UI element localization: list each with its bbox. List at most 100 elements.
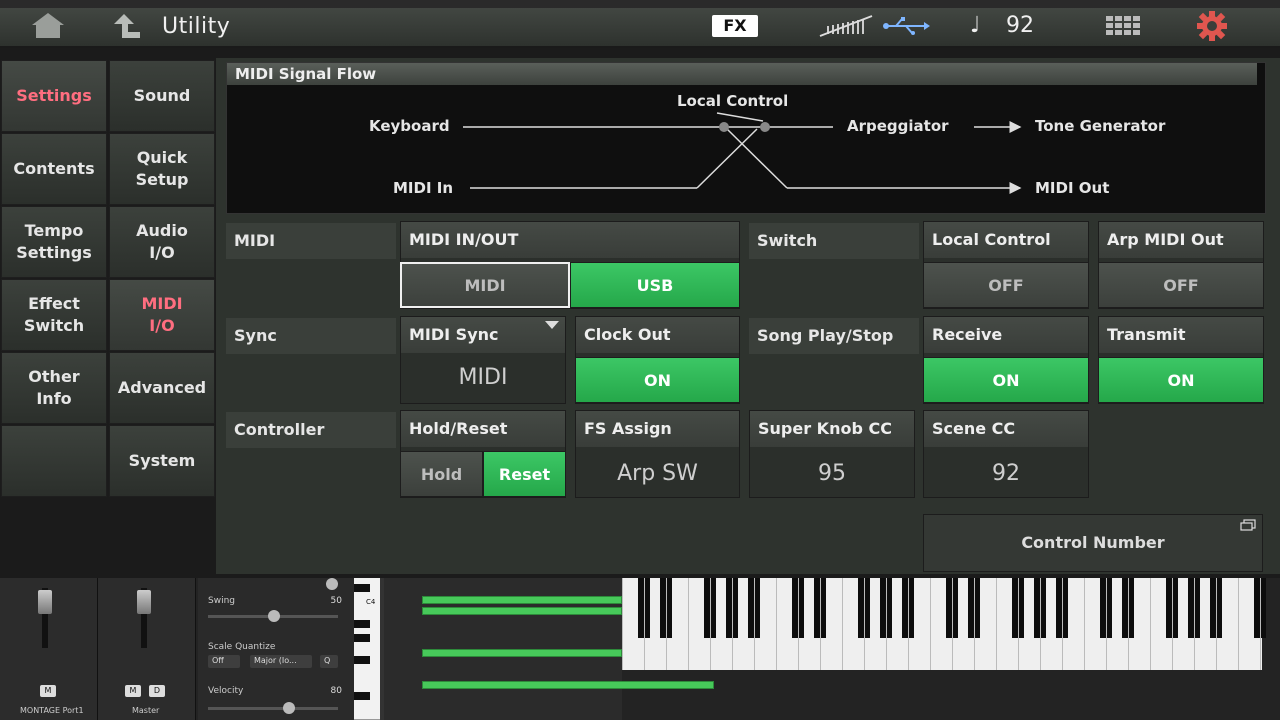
fs-assign-cell[interactable]: FS Assign Arp SW [575,410,740,498]
nav-midi-io[interactable]: MIDI I/O [109,279,215,351]
scale-quantize-off-select[interactable]: Off [208,655,240,668]
nav-advanced[interactable]: Advanced [109,352,215,424]
tempo-value[interactable]: 92 [1006,13,1034,38]
white-key-edge [1128,578,1129,670]
control-number-label: Control Number [1021,533,1165,552]
nav-sound[interactable]: Sound [109,60,215,132]
white-key-edge [1194,578,1195,670]
dim-button-master[interactable]: D [149,685,165,697]
fader-master[interactable] [137,590,151,614]
fx-badge[interactable]: FX [712,15,758,37]
white-key-edge [952,578,953,670]
white-key-edge [974,578,975,670]
slash-meter-icon [818,14,874,38]
flow-local-control-label: Local Control [677,92,789,110]
white-key-edge [1150,578,1151,670]
white-key-edge [688,578,689,670]
midi-inout-label: MIDI IN/OUT [401,222,739,258]
nav-tempo-settings[interactable]: Tempo Settings [1,206,107,278]
local-control-label: Local Control [924,222,1088,258]
super-knob-cc-value: 95 [818,461,846,486]
scene-cc-label: Scene CC [924,411,1088,447]
nav-system[interactable]: System [109,425,215,497]
signal-flow-title-bar: MIDI Signal Flow [227,63,1257,85]
velocity-track [208,707,338,710]
row-label-controller: Controller [226,412,396,448]
white-key-edge [908,578,909,670]
mute-button-port1[interactable]: M [40,685,56,697]
quantize-q-button[interactable]: Q [320,655,338,668]
row-label-sync: Sync [226,318,396,354]
hold-button[interactable]: Hold [400,451,483,497]
black-key [354,584,370,592]
midi-note-region[interactable] [422,649,622,657]
c4-label: C4 [366,598,376,606]
midi-note-region[interactable] [422,681,714,689]
white-key-edge [996,578,997,670]
quarter-note-icon: ♩ [970,13,981,38]
mute-button-master[interactable]: M [125,685,141,697]
flow-keyboard-label: Keyboard [369,117,450,135]
signal-flow-title: MIDI Signal Flow [235,65,377,83]
nav-quick-setup[interactable]: Quick Setup [109,133,215,205]
nav-effect-switch[interactable]: Effect Switch [1,279,107,351]
white-key-edge [1106,578,1107,670]
white-key-edge [732,578,733,670]
clock-out-toggle[interactable]: ON [575,357,740,403]
arp-midi-out-toggle[interactable]: OFF [1098,262,1264,308]
flow-midi-out-label: MIDI Out [1035,179,1110,197]
receive-toggle[interactable]: ON [923,357,1089,403]
scene-cc-value: 92 [992,461,1020,486]
velocity-knob[interactable] [283,702,295,714]
arp-midi-out-label: Arp MIDI Out [1099,222,1263,258]
nav-contents[interactable]: Contents [1,133,107,205]
reset-button[interactable]: Reset [483,451,566,497]
white-key-edge [1040,578,1041,670]
receive-label: Receive [924,317,1088,353]
white-key-edge [820,578,821,670]
local-control-toggle[interactable]: OFF [923,262,1089,308]
scene-cc-cell[interactable]: Scene CC 92 [923,410,1089,498]
keyboard-photo [622,578,1266,670]
top-slider-knob[interactable] [326,578,338,590]
gear-icon[interactable] [1196,10,1228,42]
white-key-edge [930,578,931,670]
top-bar: Utility FX ♩ 92 [0,0,1280,48]
clock-out-label: Clock Out [576,317,739,353]
region-parameters: Swing 50 Scale Quantize Off Major (Io...… [198,578,354,720]
flow-arpeggiator-label: Arpeggiator [847,117,949,135]
scale-quantize-scale-select[interactable]: Major (Io... [250,655,312,668]
switch-label: Switch [749,223,919,259]
swing-value: 50 [330,596,342,606]
midi-sync-cell[interactable]: MIDI Sync MIDI [400,316,566,404]
swing-knob[interactable] [268,610,280,622]
velocity-label: Velocity [208,686,244,696]
white-key-edge [1260,578,1261,670]
black-key [354,656,370,664]
home-icon[interactable] [28,10,68,40]
nav-audio-io[interactable]: Audio I/O [109,206,215,278]
midi-sync-value: MIDI [458,365,508,390]
usb-icon [880,14,930,38]
dropdown-triangle-icon [545,321,559,329]
white-key-edge [1172,578,1173,670]
super-knob-cc-label: Super Knob CC [750,411,914,447]
piano-roll[interactable]: C4 [354,578,714,720]
midi-note-region[interactable] [422,596,622,604]
signal-flow-diagram: MIDI Signal Flow Keyboard Local Control … [226,62,1266,214]
nav-settings[interactable]: Settings [1,60,107,132]
midi-inout-midi-button[interactable]: MIDI [400,262,570,308]
fader-port1[interactable] [38,590,52,614]
midi-inout-usb-button[interactable]: USB [570,262,740,308]
host-menubar [0,0,1280,8]
back-arrow-icon[interactable] [110,10,144,40]
swing-label: Swing [208,596,235,606]
super-knob-cc-cell[interactable]: Super Knob CC 95 [749,410,915,498]
control-number-button[interactable]: Control Number [923,514,1263,572]
grid-icon[interactable] [1104,14,1144,38]
nav-other-info[interactable]: Other Info [1,352,107,424]
white-key-edge [798,578,799,670]
midi-note-region[interactable] [422,607,622,615]
transmit-toggle[interactable]: ON [1098,357,1264,403]
hold-reset-label: Hold/Reset [401,411,565,447]
